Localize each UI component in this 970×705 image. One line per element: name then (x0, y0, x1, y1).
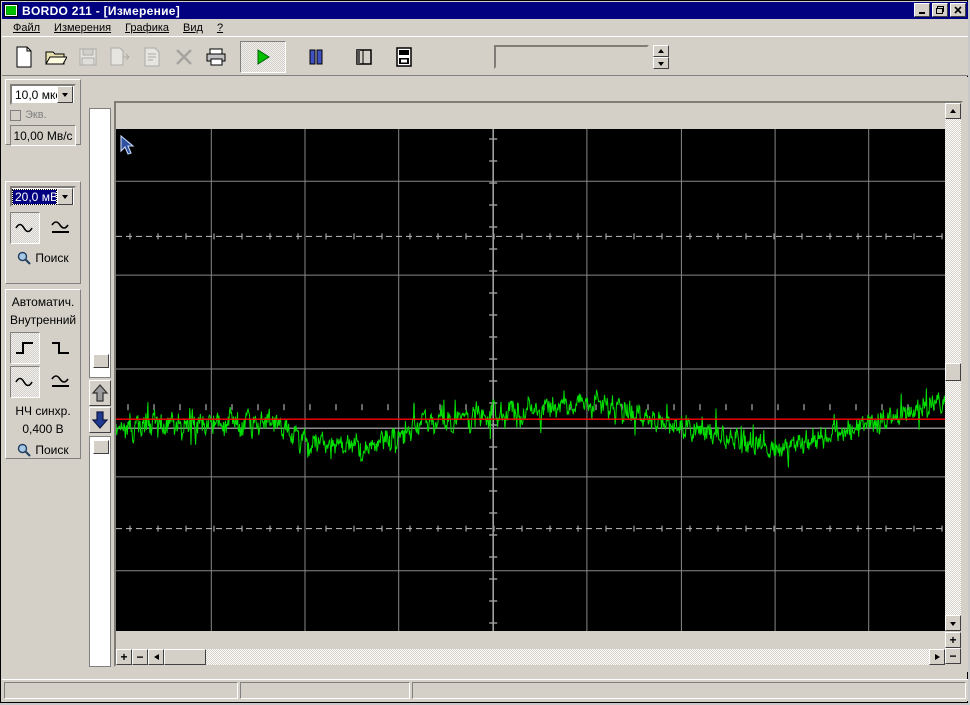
horizontal-zoom-in-button[interactable]: + (116, 649, 132, 665)
vertical-scale-combo[interactable]: 20,0 мВ (10, 186, 76, 207)
scroll-up-button[interactable] (945, 103, 961, 119)
timebase-combo[interactable]: 10,0 мкс (10, 84, 76, 105)
trigger-mode[interactable]: Автоматич. (10, 295, 76, 309)
pan-down-button[interactable] (89, 407, 111, 433)
menu-item-graphics-label: Графика (125, 21, 170, 34)
print-button[interactable] (200, 41, 231, 72)
new-document-button[interactable] (8, 41, 39, 72)
horizontal-scrollbar-track[interactable] (164, 649, 929, 665)
horizontal-scrollbar-thumb[interactable] (164, 649, 206, 665)
scrollbar-track[interactable] (945, 119, 961, 615)
toolbar-spinner[interactable] (653, 45, 669, 69)
magnifier-icon (18, 443, 32, 457)
menu-item-view[interactable]: Вид (176, 21, 210, 35)
menu-item-measurements-label: Измерения (54, 21, 112, 34)
chevron-down-icon[interactable] (57, 86, 73, 103)
scroll-down-button[interactable] (945, 615, 961, 631)
vertical-scale-value: 20,0 мВ (12, 188, 57, 205)
toolbar (2, 36, 968, 76)
plot-frame: + − + − (114, 101, 963, 667)
checkbox-box-icon (10, 109, 21, 121)
open-file-button[interactable] (40, 41, 71, 72)
plot-svg (116, 129, 945, 631)
export-button[interactable] (104, 41, 135, 72)
scrollbar-thumb[interactable] (945, 363, 961, 381)
vertical-search-label: Поиск (35, 251, 69, 265)
scope-area: + − + − (86, 77, 968, 672)
trigger-edge-rising-button[interactable] (10, 332, 41, 364)
toolbar-value-field[interactable] (494, 45, 649, 69)
slider-trough-lower[interactable] (89, 436, 111, 667)
properties-button[interactable] (136, 41, 167, 72)
timebase-group: 10,0 мкс Экв. 10,00 Мв/с (5, 79, 81, 146)
status-bar (2, 679, 968, 701)
vertical-zoom-in-button[interactable]: + (945, 632, 961, 648)
pan-up-button[interactable] (89, 380, 111, 406)
horizontal-zoom-out-label: − (136, 650, 144, 664)
waveform-plot[interactable] (116, 129, 945, 631)
equivalent-checkbox[interactable]: Экв. (10, 109, 76, 121)
slider-trough-upper[interactable] (89, 108, 111, 378)
magnifier-icon (18, 251, 32, 265)
slider-thumb-lower[interactable] (93, 440, 109, 454)
scroll-right-button[interactable] (929, 649, 945, 665)
menu-item-help-label: ? (216, 21, 224, 34)
application-window: BORDO 211 - [Измерение] Файл Измерения Г… (0, 0, 968, 703)
trigger-level-value[interactable]: 0,400 В (10, 422, 76, 436)
pause-button[interactable] (300, 41, 331, 72)
delete-button[interactable] (168, 41, 199, 72)
equivalent-checkbox-label: Экв. (25, 109, 47, 121)
plot-vertical-scrollbar[interactable] (945, 103, 961, 631)
title-bar: BORDO 211 - [Измерение] (2, 2, 968, 19)
spinner-down-button[interactable] (653, 57, 669, 69)
chevron-down-icon[interactable] (57, 188, 73, 205)
menu-item-graphics[interactable]: Графика (118, 21, 176, 35)
trigger-edge-falling-button[interactable] (46, 332, 76, 364)
vertical-coupling-ac-button[interactable] (10, 212, 41, 244)
horizontal-zoom-in-label: + (120, 650, 128, 664)
vertical-zoom-in-label: + (949, 633, 957, 647)
trigger-coupling-ac-button[interactable] (10, 366, 41, 398)
sample-rate-value: 10,00 Мв/с (13, 128, 73, 143)
slider-thumb-upper[interactable] (93, 354, 109, 368)
save-button[interactable] (72, 41, 103, 72)
app-waveform-icon (4, 4, 18, 17)
trigger-source[interactable]: Внутренний (10, 313, 76, 327)
spinner-up-button[interactable] (653, 45, 669, 57)
vertical-group: 20,0 мВ Поиск (5, 181, 81, 284)
trigger-filter-label[interactable]: НЧ синхр. (10, 404, 76, 418)
menu-item-file[interactable]: Файл (6, 21, 47, 35)
plot-inner: + − + − (116, 103, 961, 665)
minimize-button[interactable] (914, 3, 930, 17)
window-controls (914, 3, 966, 17)
menu-item-view-label: Вид (183, 21, 203, 34)
plot-background (116, 129, 945, 631)
horizontal-zoom-out-button[interactable]: − (132, 649, 148, 665)
scroll-left-button[interactable] (148, 649, 164, 665)
timebase-value: 10,0 мкс (15, 87, 57, 102)
left-control-panel: 10,0 мкс Экв. 10,00 Мв/с 20,0 мВ Поиск А… (2, 77, 84, 672)
vertical-position-slider[interactable] (89, 108, 111, 667)
device-button[interactable] (388, 41, 419, 72)
menu-item-file-label: Файл (13, 21, 41, 34)
trigger-search-button[interactable]: Поиск (10, 443, 76, 457)
status-pane-3 (412, 682, 966, 699)
vertical-coupling-dc-button[interactable] (46, 212, 76, 244)
restore-button[interactable] (932, 3, 948, 17)
trigger-coupling-dc-button[interactable] (46, 366, 76, 398)
menu-item-measurements[interactable]: Измерения (47, 21, 118, 35)
menu-item-help[interactable]: ? (210, 21, 230, 35)
menu-bar: Файл Измерения Графика Вид ? (2, 19, 968, 36)
status-pane-1 (4, 682, 238, 699)
window-title: BORDO 211 - [Измерение] (22, 3, 181, 18)
run-button[interactable] (240, 41, 286, 73)
plot-bottom-bar: + − (116, 649, 961, 665)
single-frame-button[interactable] (348, 41, 379, 72)
sample-rate-display: 10,00 Мв/с (10, 125, 76, 146)
close-button[interactable] (950, 3, 966, 17)
vertical-search-button[interactable]: Поиск (10, 251, 76, 265)
trigger-search-label: Поиск (35, 443, 69, 457)
trigger-group: Автоматич. Внутренний НЧ синхр. 0,400 В … (5, 289, 81, 459)
status-pane-2 (240, 682, 410, 699)
